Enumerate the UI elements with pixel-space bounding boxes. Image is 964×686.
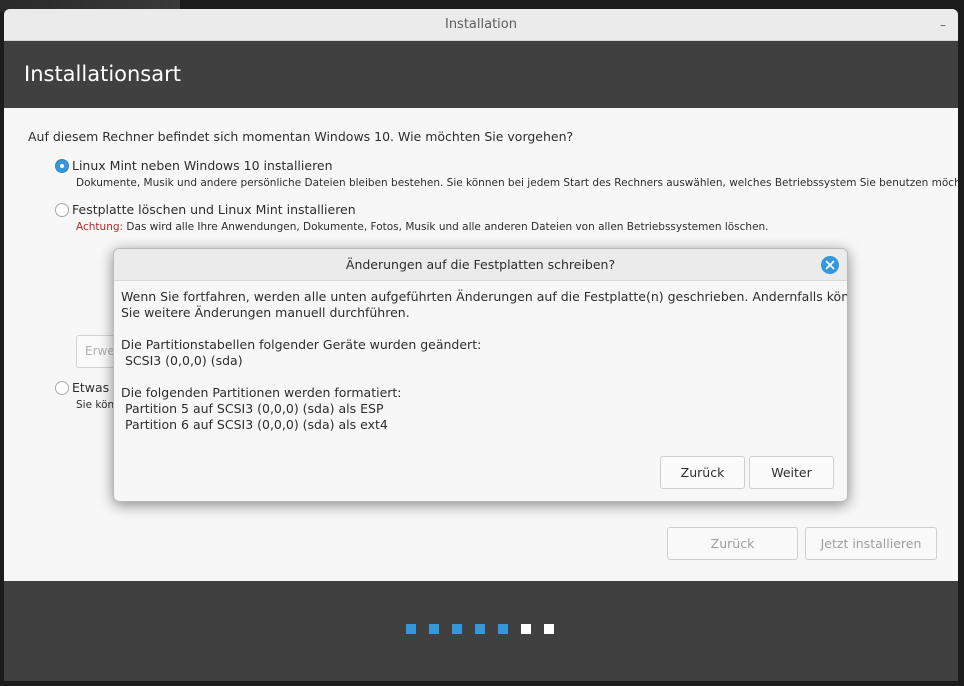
warning-text: Das wird alle Ihre Anwendungen, Dokument… bbox=[123, 221, 769, 233]
close-icon[interactable] bbox=[821, 256, 839, 274]
dialog-titlebar: Änderungen auf die Festplatten schreiben… bbox=[114, 249, 847, 281]
page-header: Installationsart bbox=[4, 41, 958, 108]
progress-step-complete bbox=[429, 624, 439, 634]
dialog-title: Änderungen auf die Festplatten schreiben… bbox=[345, 257, 616, 272]
option-label: Linux Mint neben Windows 10 installieren bbox=[72, 158, 333, 173]
install-now-button[interactable]: Jetzt installieren bbox=[805, 527, 937, 560]
dialog-intro-line: Sie weitere Änderungen manuell durchführ… bbox=[121, 305, 410, 320]
radio-install-alongside[interactable] bbox=[55, 159, 69, 173]
progress-step-complete bbox=[475, 624, 485, 634]
dialog-intro-line: Wenn Sie fortfahren, werden alle unten a… bbox=[121, 289, 848, 304]
option-description: Sie kön bbox=[76, 399, 115, 411]
format-item: Partition 6 auf SCSI3 (0,0,0) (sda) als … bbox=[121, 417, 388, 432]
radio-erase-disk[interactable] bbox=[55, 203, 69, 217]
warning-label: Achtung: bbox=[76, 221, 124, 233]
progress-step-pending bbox=[544, 624, 554, 634]
progress-step-pending bbox=[521, 624, 531, 634]
partition-table-item: SCSI3 (0,0,0) (sda) bbox=[121, 353, 243, 368]
progress-step-complete bbox=[498, 624, 508, 634]
progress-footer bbox=[4, 581, 958, 681]
radio-something-else[interactable] bbox=[55, 381, 69, 395]
page-title: Installationsart bbox=[24, 62, 181, 86]
option-label: Festplatte löschen und Linux Mint instal… bbox=[72, 202, 356, 217]
dialog-continue-button[interactable]: Weiter bbox=[749, 456, 834, 489]
minimize-button[interactable]: – bbox=[940, 9, 946, 41]
install-question: Auf diesem Rechner befindet sich momenta… bbox=[28, 129, 574, 144]
dialog-message: Wenn Sie fortfahren, werden alle unten a… bbox=[121, 289, 848, 433]
dialog-back-button[interactable]: Zurück bbox=[660, 456, 745, 489]
progress-step-complete bbox=[406, 624, 416, 634]
progress-step-complete bbox=[452, 624, 462, 634]
format-heading: Die folgenden Partitionen werden formati… bbox=[121, 385, 402, 400]
back-button[interactable]: Zurück bbox=[667, 527, 798, 560]
option-description: Dokumente, Musik und andere persönliche … bbox=[76, 177, 958, 189]
window-title: Installation bbox=[444, 17, 517, 32]
partition-tables-heading: Die Partitionstabellen folgender Geräte … bbox=[121, 337, 482, 352]
write-changes-dialog: Änderungen auf die Festplatten schreiben… bbox=[113, 248, 848, 502]
option-description: Achtung: Das wird alle Ihre Anwendungen,… bbox=[76, 221, 769, 233]
format-item: Partition 5 auf SCSI3 (0,0,0) (sda) als … bbox=[121, 401, 384, 416]
window-titlebar: Installation – bbox=[4, 9, 958, 41]
